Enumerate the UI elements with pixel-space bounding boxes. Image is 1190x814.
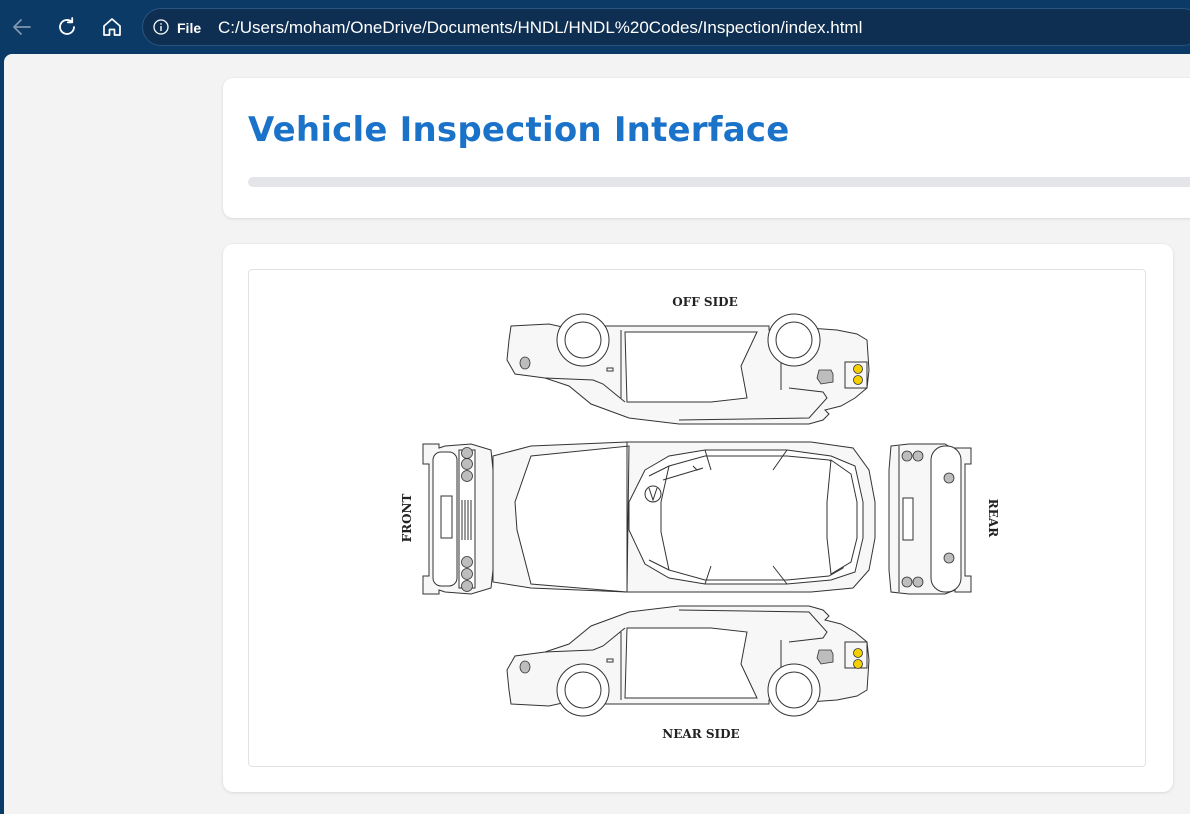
near-side-label: NEAR SIDE <box>662 727 739 741</box>
home-button[interactable] <box>95 10 129 44</box>
header-card: Vehicle Inspection Interface <box>223 78 1190 218</box>
rear-label: REAR <box>986 499 1000 538</box>
vehicle-diagram: .b { fill: #f7f7f7; stroke: #333; stroke… <box>400 295 1000 741</box>
file-label: File <box>177 20 202 36</box>
inspection-progress-bar <box>248 177 1190 187</box>
info-icon[interactable] <box>153 19 169 35</box>
back-arrow-icon <box>13 19 31 35</box>
url-text[interactable]: C:/Users/moham/OneDrive/Documents/HNDL/H… <box>218 18 862 38</box>
back-button[interactable] <box>5 10 39 44</box>
home-icon <box>103 18 121 36</box>
browser-toolbar: File C:/Users/moham/OneDrive/Documents/H… <box>0 0 1190 56</box>
vehicle-diagram-frame: .b { fill: #f7f7f7; stroke: #333; stroke… <box>248 269 1146 767</box>
diagram-card: .b { fill: #f7f7f7; stroke: #333; stroke… <box>223 244 1173 792</box>
front-view[interactable] <box>422 443 494 595</box>
refresh-icon <box>59 17 75 35</box>
off-side-view[interactable] <box>506 313 870 425</box>
refresh-button[interactable] <box>50 10 84 44</box>
top-view[interactable] <box>492 441 876 593</box>
page-viewport: Vehicle Inspection Interface .b { fill: … <box>4 54 1190 814</box>
off-side-label: OFF SIDE <box>672 295 738 309</box>
page-title: Vehicle Inspection Interface <box>248 110 790 150</box>
rear-view[interactable] <box>888 443 972 595</box>
near-side-view[interactable] <box>506 605 870 717</box>
front-label: FRONT <box>400 494 414 543</box>
address-bar[interactable]: File C:/Users/moham/OneDrive/Documents/H… <box>142 8 1190 46</box>
